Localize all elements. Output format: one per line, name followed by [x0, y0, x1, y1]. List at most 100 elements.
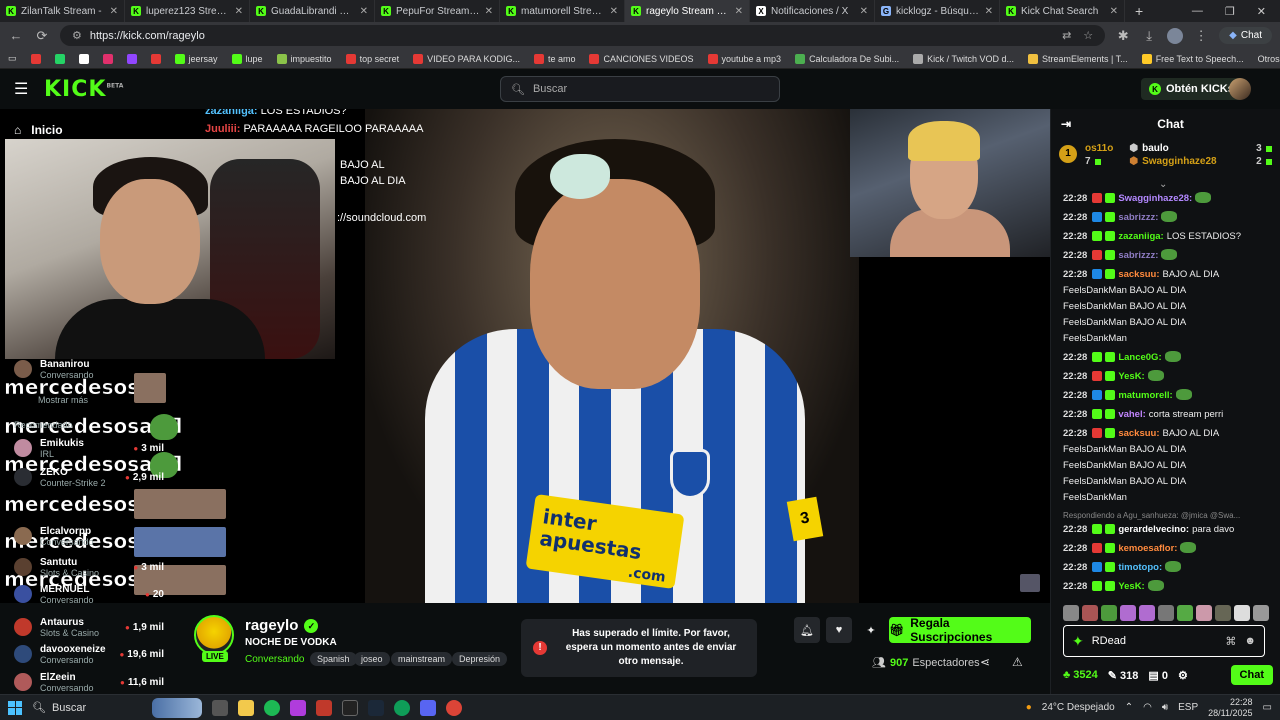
- message-username[interactable]: sabrizzz:: [1118, 211, 1158, 224]
- message-username[interactable]: matumorell:: [1118, 389, 1172, 402]
- bookmark-item[interactable]: Kick / Twitch VOD d...: [913, 53, 1014, 64]
- chat-settings-icon[interactable]: ⚙: [1178, 669, 1188, 682]
- emote-shortcut-icon[interactable]: [1120, 605, 1136, 621]
- message-username[interactable]: Lance0G:: [1118, 351, 1161, 364]
- emote-shortcut-icon[interactable]: [1063, 605, 1079, 621]
- chat-message[interactable]: 22:28 YesK:: [1063, 577, 1267, 596]
- follow-heart-button[interactable]: ♥: [826, 617, 852, 643]
- close-icon[interactable]: ✕: [485, 6, 493, 17]
- url-field[interactable]: ⚙ https://kick.com/rageylo ⇄ ☆: [60, 25, 1106, 46]
- back-icon[interactable]: ←: [8, 28, 24, 43]
- emote-shortcut-icon[interactable]: [1101, 605, 1117, 621]
- close-icon[interactable]: ✕: [610, 6, 618, 17]
- chat-message[interactable]: 22:28 Swagginhaze28:: [1063, 189, 1267, 208]
- stream-category[interactable]: Conversando: [245, 654, 304, 665]
- kick-logo[interactable]: KICKBETA: [44, 77, 123, 102]
- close-icon[interactable]: ✕: [235, 6, 243, 17]
- canva-icon[interactable]: [290, 699, 306, 716]
- message-username[interactable]: YesK:: [1118, 580, 1144, 593]
- message-username[interactable]: zazaniiga:: [1118, 230, 1163, 243]
- chat-message[interactable]: 22:28 sacksuu: BAJO AL DIA FeelsDankMan BAJ…: [1063, 265, 1267, 348]
- bookmark-item[interactable]: [126, 53, 137, 64]
- video-editor-icon[interactable]: [316, 699, 332, 716]
- discord-icon[interactable]: [420, 699, 436, 716]
- browser-tab[interactable]: K PepuFor Stream - V ✕: [375, 0, 500, 22]
- browser-tab[interactable]: K GuadaLibrandi Stre ✕: [250, 0, 375, 22]
- bookmark-item[interactable]: impuestito: [276, 53, 332, 64]
- bookmark-item[interactable]: top secret: [345, 53, 399, 64]
- bookmark-star-icon[interactable]: ☆: [1083, 29, 1093, 42]
- kicks-sparkle-icon[interactable]: ✦: [1072, 633, 1084, 650]
- chat-message[interactable]: 22:28 timotopo:: [1063, 558, 1267, 577]
- points-display[interactable]: ♣ 3524: [1063, 669, 1098, 681]
- browser-tab[interactable]: Kluperez123 Stream ✕: [125, 0, 250, 22]
- chat-message[interactable]: 22:28 sacksuu: BAJO AL DIA FeelsDankMan BAJ…: [1063, 424, 1267, 507]
- close-icon[interactable]: ✕: [735, 6, 743, 17]
- report-icon[interactable]: ⚠: [1012, 655, 1023, 669]
- sparkle-button[interactable]: ✦: [858, 617, 884, 643]
- notifications-icon[interactable]: ▭: [1263, 702, 1272, 713]
- message-username[interactable]: sacksuu:: [1118, 427, 1159, 440]
- message-username[interactable]: timotopo:: [1118, 561, 1162, 574]
- chat-message[interactable]: 22:28 YesK:: [1063, 367, 1267, 386]
- wifi-icon[interactable]: ◠: [1143, 702, 1152, 713]
- gifter-name[interactable]: os11o: [1085, 143, 1113, 154]
- following-channel[interactable]: AntaurusSlots & Casino 1,9 mil: [14, 614, 164, 640]
- browser-tab[interactable]: K Kick Chat Search ✕: [1000, 0, 1125, 22]
- spotify-icon[interactable]: [264, 699, 280, 716]
- chat-message[interactable]: 22:28 vahel: corta stream perri: [1063, 405, 1267, 424]
- reply-context[interactable]: Respondiendo a Agu_sanhueza: @jmica @Swa…: [1063, 507, 1267, 520]
- other-bookmarks[interactable]: Otros favoritos: [1258, 54, 1280, 64]
- close-icon[interactable]: ✕: [985, 6, 993, 17]
- emoji-icon[interactable]: ☻: [1244, 635, 1256, 647]
- tag-chip[interactable]: Depresión: [452, 652, 508, 666]
- message-username[interactable]: vahel:: [1118, 408, 1145, 421]
- emote-shortcut-icon[interactable]: [1082, 605, 1098, 621]
- browser-tab[interactable]: K ZilanTalk Stream - ✕: [0, 0, 125, 22]
- chat-send-button[interactable]: Chat: [1230, 665, 1273, 685]
- volume-icon[interactable]: 🔊︎: [1162, 702, 1168, 713]
- tickets-display[interactable]: ✎ 318: [1108, 669, 1139, 682]
- profile-avatar[interactable]: [1167, 27, 1184, 44]
- browser-tab[interactable]: Krageylo Stream - W ✕: [625, 0, 750, 22]
- browser-chat-button[interactable]: ◆ Chat: [1219, 27, 1272, 44]
- message-username[interactable]: sacksuu:: [1118, 268, 1159, 281]
- close-window-icon[interactable]: ✕: [1257, 5, 1266, 18]
- browser-tab[interactable]: Kmatumorell Stream ✕: [500, 0, 625, 22]
- emote-shortcut-icon[interactable]: [1234, 605, 1250, 621]
- bookmark-item[interactable]: Calculadora De Subi...: [795, 53, 899, 64]
- apps-icon[interactable]: ▭: [8, 53, 17, 64]
- bag-display[interactable]: ▤ 0: [1148, 669, 1168, 682]
- emote-shortcut-icon[interactable]: [1158, 605, 1174, 621]
- bookmark-item[interactable]: [30, 53, 41, 64]
- browser-tab[interactable]: X Notificaciones / X ✕: [750, 0, 875, 22]
- following-channel[interactable]: davooxeneizeConversando 19,6 mil: [14, 641, 164, 667]
- chat-input[interactable]: ✦ RDead ⌘ ☻: [1063, 625, 1265, 657]
- chat-message[interactable]: 22:28 kemoesaflor:: [1063, 539, 1267, 558]
- emote-shortcut-icon[interactable]: [1139, 605, 1155, 621]
- clock[interactable]: 22:28 28/11/2025: [1208, 697, 1252, 719]
- tray-chevron-icon[interactable]: ⌃: [1125, 702, 1133, 713]
- bookmark-item[interactable]: lupe: [231, 53, 263, 64]
- emote-shortcut-icon[interactable]: [1215, 605, 1231, 621]
- message-username[interactable]: Swagginhaze28:: [1118, 192, 1192, 205]
- get-kicks-button[interactable]: K Obtén KICKs: [1141, 78, 1242, 100]
- chrome-icon[interactable]: [446, 699, 462, 716]
- chat-message[interactable]: 22:28 Lance0G:: [1063, 348, 1267, 367]
- steam-icon[interactable]: [368, 699, 384, 716]
- user-avatar[interactable]: [1229, 78, 1251, 100]
- message-username[interactable]: YesK:: [1118, 370, 1144, 383]
- streamer-avatar[interactable]: [194, 615, 234, 655]
- emote-shortcut-icon[interactable]: [1177, 605, 1193, 621]
- epic-games-icon[interactable]: [342, 699, 358, 716]
- bookmark-item[interactable]: VIDEO PARA KODIG...: [413, 53, 520, 64]
- minimize-icon[interactable]: —: [1192, 5, 1203, 18]
- command-icon[interactable]: ⌘: [1225, 635, 1236, 648]
- weather-text[interactable]: 24°C Despejado: [1042, 702, 1115, 713]
- video-player[interactable]: inter apuestas .com 3 zazaniiga: LOS EST…: [0, 109, 1050, 603]
- message-username[interactable]: kemoesaflor:: [1118, 542, 1177, 555]
- tag-chip[interactable]: joseo: [354, 652, 390, 666]
- translate-icon[interactable]: ⇄: [1062, 29, 1071, 42]
- extensions-icon[interactable]: ✱: [1115, 28, 1131, 44]
- downloads-icon[interactable]: ⤓: [1141, 28, 1157, 44]
